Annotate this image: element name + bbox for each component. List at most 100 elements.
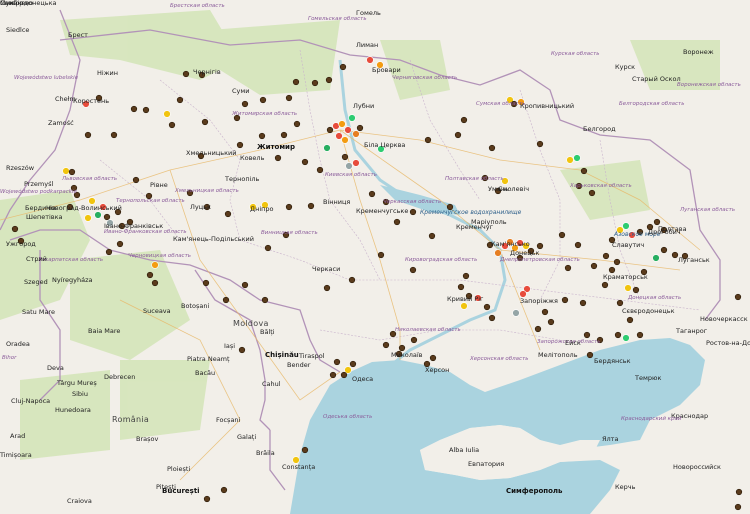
map-marker[interactable]: [163, 110, 171, 118]
map-marker[interactable]: [103, 213, 111, 221]
map-marker[interactable]: [344, 126, 352, 134]
map-marker[interactable]: [301, 446, 309, 454]
map-marker[interactable]: [356, 124, 364, 132]
map-marker[interactable]: [301, 158, 309, 166]
map-marker[interactable]: [222, 296, 230, 304]
map-marker[interactable]: [323, 284, 331, 292]
map-marker[interactable]: [660, 246, 668, 254]
map-marker[interactable]: [590, 262, 598, 270]
map-marker[interactable]: [428, 232, 436, 240]
map-marker[interactable]: [734, 293, 742, 301]
map-marker[interactable]: [68, 168, 76, 176]
map-marker[interactable]: [326, 126, 334, 134]
map-marker[interactable]: [151, 261, 159, 269]
map-marker[interactable]: [626, 316, 634, 324]
map-marker[interactable]: [146, 271, 154, 279]
map-marker[interactable]: [624, 284, 632, 292]
map-marker[interactable]: [341, 153, 349, 161]
map-marker[interactable]: [329, 371, 337, 379]
map-marker[interactable]: [105, 248, 113, 256]
map-marker[interactable]: [285, 203, 293, 211]
map-marker[interactable]: [632, 286, 640, 294]
map-marker[interactable]: [574, 241, 582, 249]
map-marker[interactable]: [398, 344, 406, 352]
map-marker[interactable]: [11, 225, 19, 233]
map-marker[interactable]: [613, 258, 621, 266]
map-marker[interactable]: [366, 56, 374, 64]
map-marker[interactable]: [352, 159, 360, 167]
map-marker[interactable]: [566, 156, 574, 164]
map-marker[interactable]: [348, 114, 356, 122]
map-marker[interactable]: [94, 211, 102, 219]
map-marker[interactable]: [393, 218, 401, 226]
map-marker[interactable]: [338, 120, 346, 128]
map-marker[interactable]: [558, 231, 566, 239]
map-marker[interactable]: [424, 136, 432, 144]
map-marker[interactable]: [457, 283, 465, 291]
map-marker[interactable]: [130, 105, 138, 113]
map-marker[interactable]: [586, 351, 594, 359]
map-marker[interactable]: [151, 279, 159, 287]
map-marker[interactable]: [352, 130, 360, 138]
map-marker[interactable]: [307, 202, 315, 210]
map-marker[interactable]: [409, 208, 417, 216]
map-marker[interactable]: [311, 79, 319, 87]
map-marker[interactable]: [579, 299, 587, 307]
map-marker[interactable]: [285, 94, 293, 102]
map-marker[interactable]: [84, 131, 92, 139]
map-marker[interactable]: [429, 354, 437, 362]
map-marker[interactable]: [541, 308, 549, 316]
map-marker[interactable]: [409, 266, 417, 274]
map-marker[interactable]: [62, 167, 70, 175]
map-marker[interactable]: [292, 78, 300, 86]
map-marker[interactable]: [368, 190, 376, 198]
map-marker[interactable]: [116, 240, 124, 248]
map-marker[interactable]: [512, 309, 520, 317]
map-marker[interactable]: [653, 218, 661, 226]
map-marker[interactable]: [573, 154, 581, 162]
map-marker[interactable]: [182, 70, 190, 78]
map-marker[interactable]: [410, 336, 418, 344]
map-marker[interactable]: [588, 189, 596, 197]
map-marker[interactable]: [488, 144, 496, 152]
map-marker[interactable]: [345, 162, 353, 170]
map-marker[interactable]: [616, 299, 624, 307]
map-marker[interactable]: [84, 214, 92, 222]
map-marker[interactable]: [340, 371, 348, 379]
map-marker[interactable]: [614, 331, 622, 339]
map-marker[interactable]: [564, 264, 572, 272]
map-marker[interactable]: [348, 276, 356, 284]
map-marker[interactable]: [202, 279, 210, 287]
map-marker[interactable]: [280, 131, 288, 139]
map-marker[interactable]: [536, 140, 544, 148]
map-marker[interactable]: [671, 251, 679, 259]
map-marker[interactable]: [377, 251, 385, 259]
map-marker[interactable]: [258, 132, 266, 140]
map-marker[interactable]: [462, 272, 470, 280]
map-marker[interactable]: [236, 141, 244, 149]
map-marker[interactable]: [316, 166, 324, 174]
map-marker[interactable]: [335, 132, 343, 140]
map-marker[interactable]: [602, 252, 610, 260]
map-marker[interactable]: [333, 358, 341, 366]
map-marker[interactable]: [349, 360, 357, 368]
map-marker[interactable]: [132, 176, 140, 184]
map-marker[interactable]: [636, 331, 644, 339]
map-marker[interactable]: [325, 76, 333, 84]
map-marker[interactable]: [460, 302, 468, 310]
map-marker[interactable]: [264, 244, 272, 252]
map-marker[interactable]: [241, 281, 249, 289]
map-marker[interactable]: [274, 154, 282, 162]
map-marker[interactable]: [735, 488, 743, 496]
map-marker[interactable]: [241, 100, 249, 108]
map-marker[interactable]: [259, 96, 267, 104]
map-marker[interactable]: [608, 266, 616, 274]
map-marker[interactable]: [601, 281, 609, 289]
map-marker[interactable]: [734, 503, 742, 511]
map-marker[interactable]: [454, 131, 462, 139]
map-marker[interactable]: [176, 96, 184, 104]
map-marker[interactable]: [536, 242, 544, 250]
map-marker[interactable]: [622, 222, 630, 230]
map-marker[interactable]: [168, 121, 176, 129]
map-marker[interactable]: [547, 318, 555, 326]
